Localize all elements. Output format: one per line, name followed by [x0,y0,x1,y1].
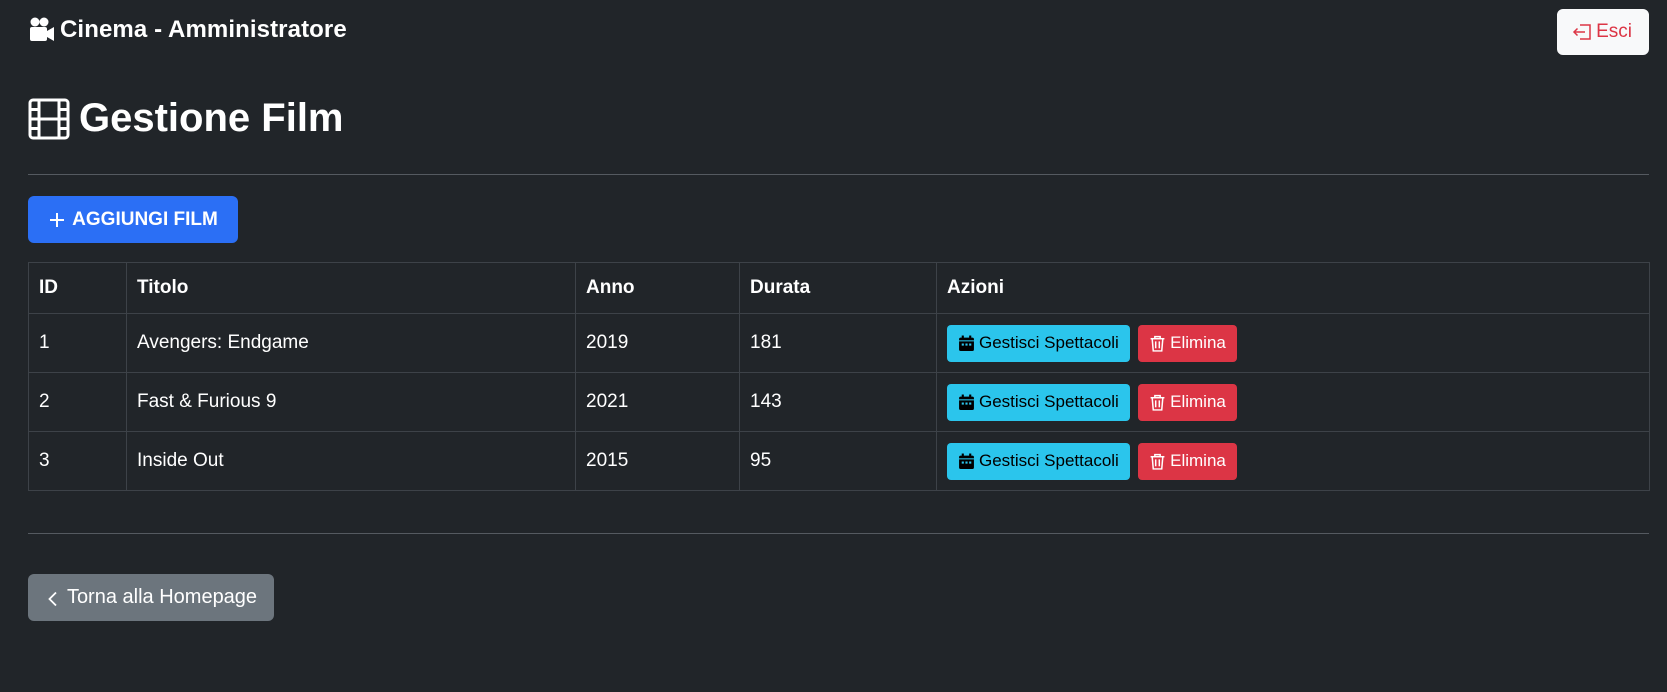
table-row: 2 Fast & Furious 9 2021 143 Gestisci Spe… [28,372,1650,432]
cell-titolo: Inside Out [126,431,576,491]
table-header-row: ID Titolo Anno Durata Azioni [28,262,1650,314]
back-to-homepage-button[interactable]: Torna alla Homepage [28,574,274,621]
manage-shows-button[interactable]: Gestisci Spettacoli [947,383,1130,421]
page-title-text: Gestione Film [79,96,344,140]
box-arrow-left-icon [1572,23,1592,41]
cell-durata: 95 [739,431,937,491]
header-azioni: Azioni [936,262,1650,314]
cell-durata: 181 [739,313,937,373]
logout-label: Esci [1596,21,1632,42]
delete-button[interactable]: Elimina [1138,383,1237,421]
cell-anno: 2019 [575,313,740,373]
manage-shows-button[interactable]: Gestisci Spettacoli [947,442,1130,480]
logout-button[interactable]: Esci [1557,9,1649,55]
header-durata: Durata [739,262,937,314]
table-row: 3 Inside Out 2015 95 Gestisci Spettacoli [28,431,1650,491]
delete-button[interactable]: Elimina [1138,442,1237,480]
trash-icon [1149,335,1166,352]
navbar-brand[interactable]: Cinema - Amministratore [28,16,347,44]
cell-durata: 143 [739,372,937,432]
manage-shows-label: Gestisci Spettacoli [979,451,1119,470]
cell-anno: 2021 [575,372,740,432]
cell-anno: 2015 [575,431,740,491]
cell-azioni: Gestisci Spettacoli Elimina [936,372,1650,432]
page-title: Gestione Film [28,96,344,141]
header-titolo: Titolo [126,262,576,314]
add-film-button[interactable]: AGGIUNGI FILM [28,196,238,243]
trash-icon [1149,394,1166,411]
cell-id: 3 [28,431,127,491]
manage-shows-label: Gestisci Spettacoli [979,392,1119,411]
delete-label: Elimina [1170,392,1226,411]
trash-icon [1149,453,1166,470]
chevron-left-icon [45,590,61,606]
navbar: Cinema - Amministratore Esci [0,0,1667,66]
back-to-homepage-label: Torna alla Homepage [66,586,258,608]
cell-titolo: Fast & Furious 9 [126,372,576,432]
manage-shows-label: Gestisci Spettacoli [979,333,1119,352]
calendar-icon [958,394,975,411]
header-anno: Anno [575,262,740,314]
cell-id: 1 [28,313,127,373]
delete-label: Elimina [1170,333,1226,352]
delete-button[interactable]: Elimina [1138,324,1237,362]
calendar-icon [958,453,975,470]
manage-shows-button[interactable]: Gestisci Spettacoli [947,324,1130,362]
delete-label: Elimina [1170,451,1226,470]
cell-azioni: Gestisci Spettacoli Elimina [936,431,1650,491]
films-table: ID Titolo Anno Durata Azioni 1 Avengers:… [28,262,1650,491]
brand-title: Cinema - Amministratore [60,16,347,43]
header-id: ID [28,262,127,314]
calendar-icon [958,335,975,352]
plus-icon [48,211,66,229]
cell-titolo: Avengers: Endgame [126,313,576,373]
cell-azioni: Gestisci Spettacoli Elimina [936,313,1650,373]
divider [28,533,1649,534]
add-film-label: AGGIUNGI FILM [72,208,218,230]
video-camera-icon [28,16,56,44]
page: Cinema - Amministratore Esci Gestione Fi… [0,0,1667,692]
table-row: 1 Avengers: Endgame 2019 181 Gestisci Sp… [28,313,1650,373]
film-icon [28,98,70,140]
divider [28,174,1649,175]
cell-id: 2 [28,372,127,432]
